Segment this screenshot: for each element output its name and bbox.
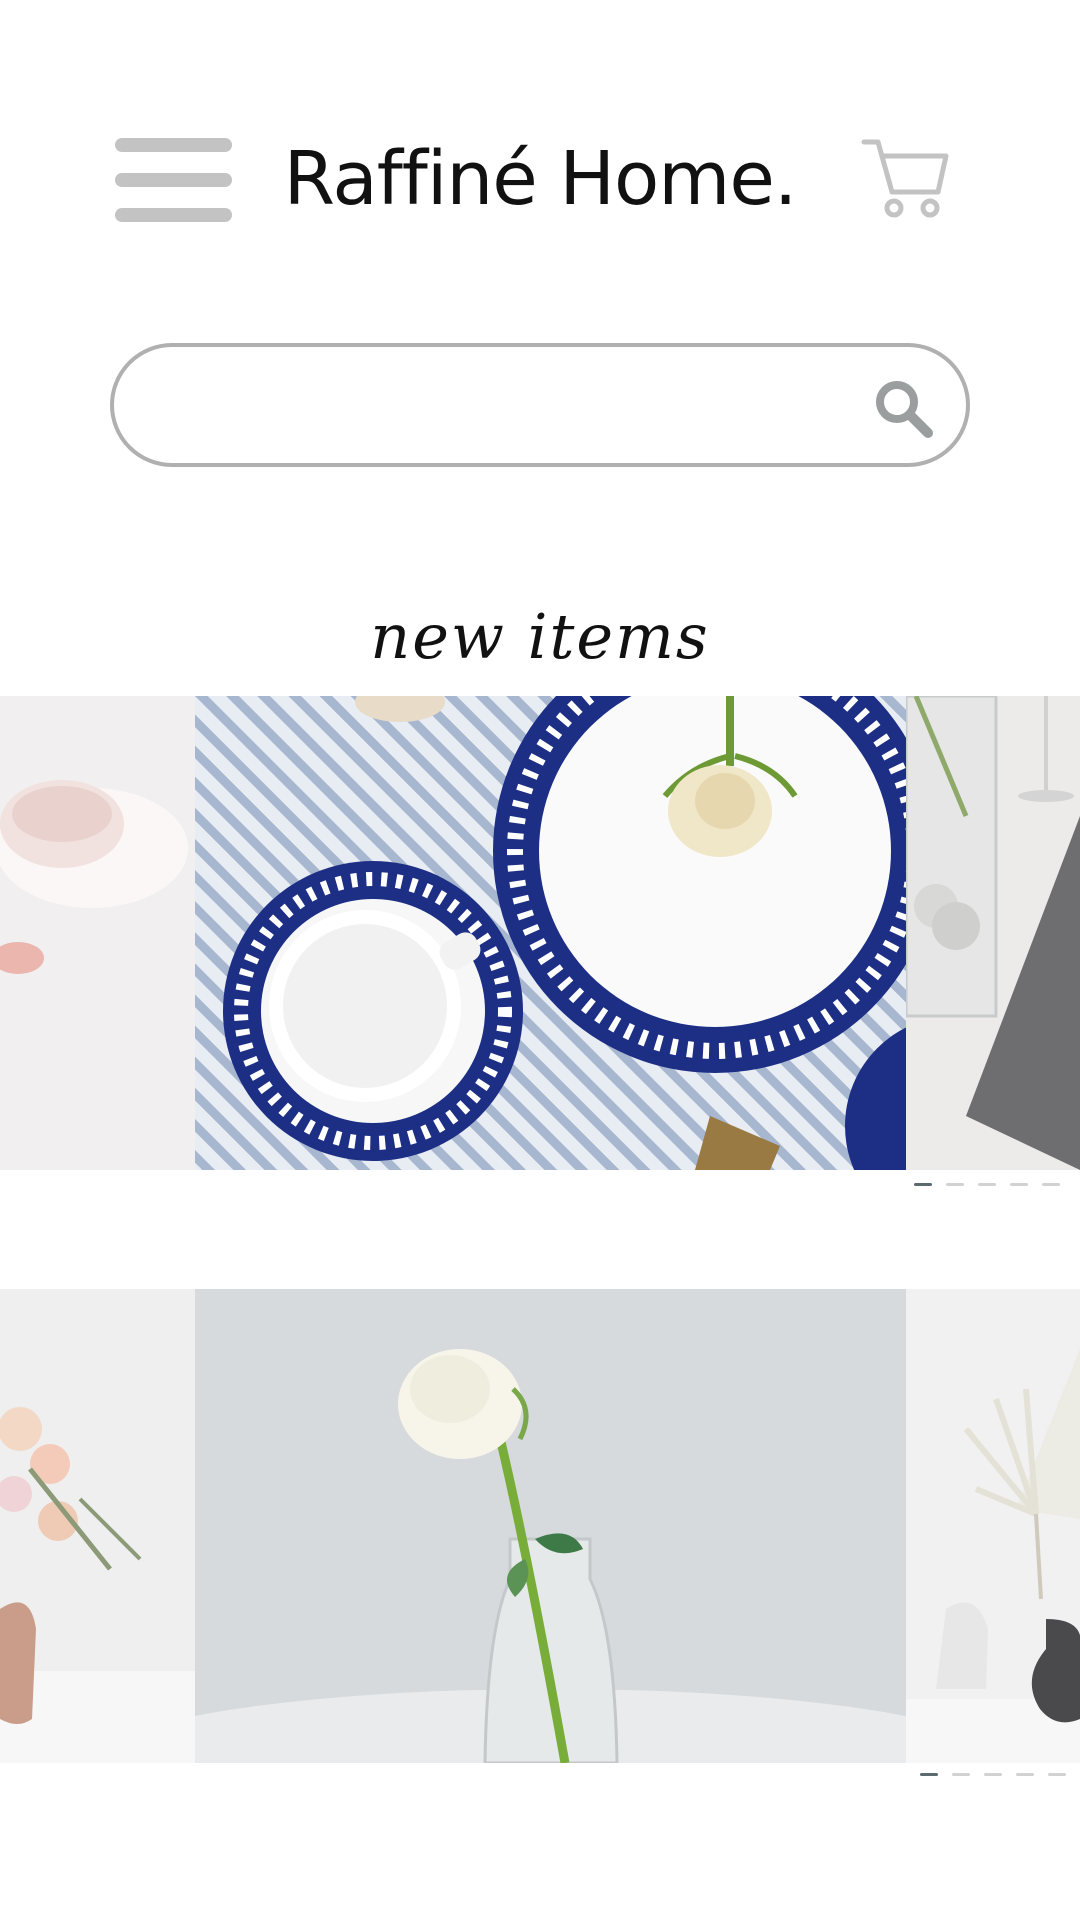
pagination-dot[interactable] [946,1183,964,1186]
pagination-dot[interactable] [920,1773,938,1776]
menu-bar [115,208,232,222]
pagination-dot[interactable] [1010,1183,1028,1186]
search-input[interactable] [154,369,874,441]
pagination-dot[interactable] [952,1773,970,1776]
pink-ceramic-bowl-photo[interactable] [0,696,195,1170]
featured-carousel[interactable] [0,1289,1080,1763]
search-icon[interactable] [872,377,936,441]
search-bar [110,343,970,467]
white-rose-in-glass-vase-photo[interactable] [195,1289,906,1763]
pagination-dot[interactable] [914,1183,932,1186]
hamburger-menu-icon[interactable] [115,138,232,222]
section-title: new items [370,600,710,673]
pagination-dot[interactable] [1016,1773,1034,1776]
new-items-carousel[interactable] [0,696,1080,1170]
blue-dinnerware-with-rose-photo[interactable] [195,696,906,1170]
pagination-dot[interactable] [978,1183,996,1186]
carousel-pagination [914,1183,1060,1186]
pagination-dot[interactable] [1042,1183,1060,1186]
glass-vase-and-napkin-photo[interactable] [906,696,1080,1170]
dried-palm-in-black-vase-photo[interactable] [906,1289,1080,1763]
menu-bar [115,173,232,187]
pink-flower-bouquet-photo[interactable] [0,1289,195,1763]
carousel-pagination [920,1773,1066,1776]
pagination-dot[interactable] [984,1773,1002,1776]
brand-title: Raffiné Home. [283,136,798,222]
shopping-cart-icon[interactable] [860,136,950,222]
pagination-dot[interactable] [1048,1773,1066,1776]
menu-bar [115,138,232,152]
